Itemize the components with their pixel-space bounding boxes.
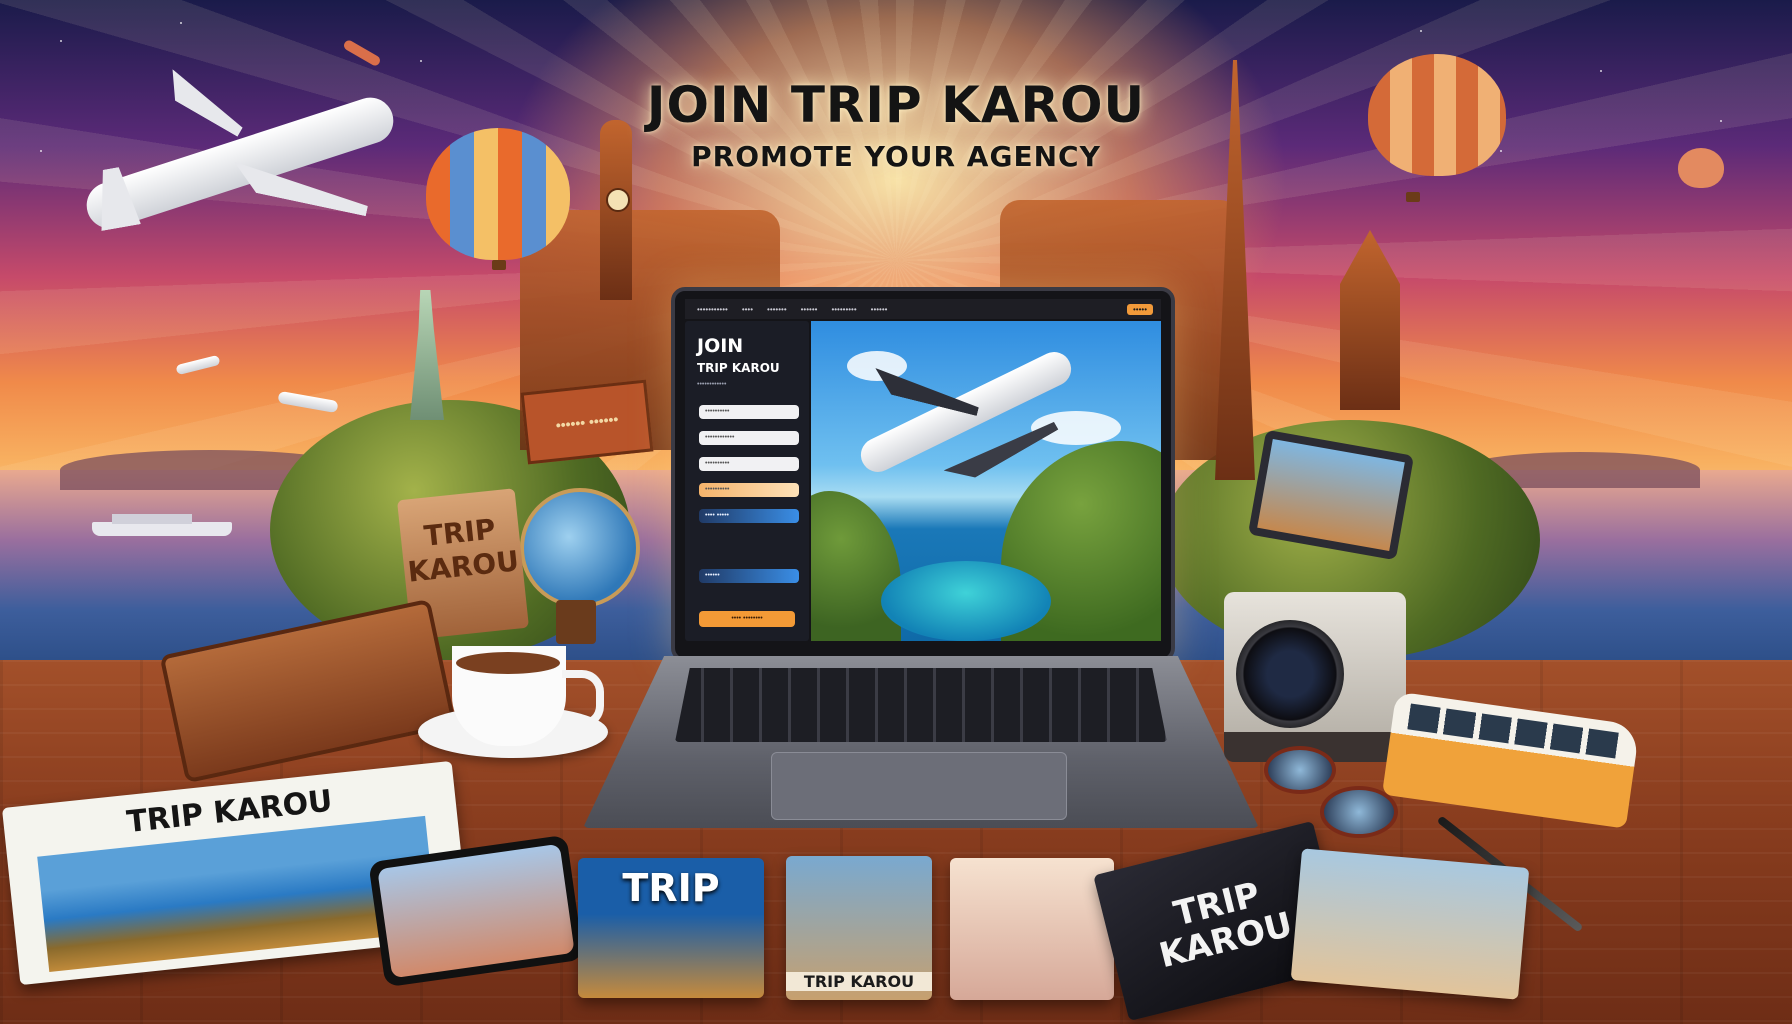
flyer-title: TRIP KAROU xyxy=(786,972,932,991)
balloon-basket xyxy=(492,260,506,270)
cup-handle xyxy=(562,670,604,728)
form-field[interactable]: •••••••••••• xyxy=(699,431,799,445)
travel-postcard xyxy=(1290,848,1530,1000)
lagoon xyxy=(881,561,1051,641)
website-navbar: ••••••••••• •••• ••••••• •••••• ••••••••… xyxy=(685,299,1161,319)
trip-flyer: TRIP KAROU xyxy=(786,856,932,1000)
brochure-title: TRIP xyxy=(622,866,720,910)
beach-postcard xyxy=(950,858,1114,1000)
nav-cta-button[interactable]: ••••• xyxy=(1126,303,1153,315)
cloud xyxy=(847,351,907,381)
laptop-trackpad xyxy=(771,752,1067,820)
globe-stand xyxy=(556,600,596,644)
laptop-screen: ••••••••••• •••• ••••••• •••••• ••••••••… xyxy=(671,287,1175,662)
trip-brochure: TRIP xyxy=(578,858,764,998)
nav-item[interactable]: •••••• xyxy=(801,305,818,314)
star xyxy=(180,22,182,24)
hero-image xyxy=(811,321,1161,641)
nav-item[interactable]: ••••••••• xyxy=(831,305,856,314)
wooden-sign: •••••• •••••• xyxy=(520,379,654,465)
globe xyxy=(520,488,640,608)
form-field[interactable]: •••••••••• xyxy=(699,457,799,471)
ship-deck xyxy=(112,514,192,524)
tablet-screen xyxy=(1257,439,1405,551)
headline-subtitle: PROMOTE YOUR AGENCY xyxy=(691,140,1101,173)
cruise-ship xyxy=(92,522,232,536)
laptop-keyboard xyxy=(675,668,1167,742)
nav-item[interactable]: ••••••••••• xyxy=(697,305,728,314)
phone-screen xyxy=(377,843,575,979)
form-caption: •••••••••••• xyxy=(697,381,727,388)
form-field[interactable]: •••• ••••• xyxy=(699,509,799,523)
clock-icon xyxy=(606,188,630,212)
balloon-basket xyxy=(1406,192,1420,202)
sunglasses-lens xyxy=(1264,746,1336,794)
submit-button[interactable]: •••• •••••••• xyxy=(699,611,795,627)
nav-item[interactable]: ••••••• xyxy=(767,305,787,314)
travel-promo-scene: •••••• •••••• TRIP KAROU ••••••••••• •••… xyxy=(0,0,1792,1024)
form-field[interactable]: •••••• xyxy=(699,569,799,583)
island-left xyxy=(811,491,901,641)
nav-item[interactable]: •••• xyxy=(742,305,753,314)
coffee xyxy=(456,652,560,674)
star xyxy=(1420,30,1422,32)
star xyxy=(420,60,422,62)
signup-form: JOIN TRIP KAROU •••••••••••• •••••• •••• … xyxy=(685,321,809,641)
form-subtitle: TRIP KAROU xyxy=(697,361,780,375)
form-select[interactable]: •••••••••• xyxy=(699,483,799,497)
form-field[interactable]: •••••••••• xyxy=(699,405,799,419)
form-title: JOIN xyxy=(697,335,744,357)
star xyxy=(1600,70,1602,72)
camera-lens xyxy=(1236,620,1344,728)
star xyxy=(60,40,62,42)
headline-title: JOIN TRIP KAROU xyxy=(646,76,1146,134)
nav-item[interactable]: •••••• xyxy=(871,305,888,314)
